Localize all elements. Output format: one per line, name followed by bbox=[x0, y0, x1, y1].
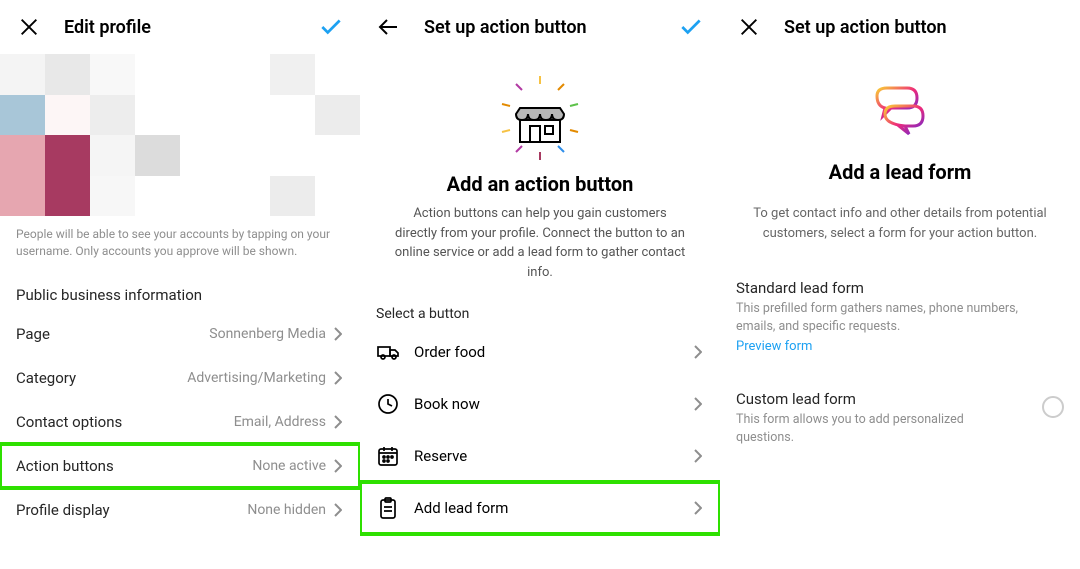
page-title: Edit profile bbox=[64, 17, 318, 38]
close-icon[interactable] bbox=[736, 14, 762, 40]
clipboard-icon bbox=[376, 496, 400, 520]
setup-action-button-screen: Set up action button bbox=[360, 0, 720, 569]
calendar-icon bbox=[376, 444, 400, 468]
hero-subtitle: Action buttons can help you gain custome… bbox=[376, 204, 704, 300]
profile-image-placeholder bbox=[0, 54, 360, 216]
truck-icon bbox=[376, 340, 400, 364]
row-value: None active bbox=[252, 458, 326, 474]
hero-section: Add a lead form bbox=[720, 54, 1080, 194]
preview-form-link[interactable]: Preview form bbox=[736, 339, 812, 354]
header: Set up action button bbox=[720, 0, 1080, 54]
chat-bubbles-icon bbox=[865, 84, 935, 140]
row-category[interactable]: Category Advertising/Marketing bbox=[0, 356, 360, 400]
chevron-right-icon bbox=[334, 414, 344, 430]
chevron-right-icon bbox=[694, 448, 704, 464]
hero-section: Add an action button Action buttons can … bbox=[360, 54, 720, 300]
header: Edit profile bbox=[0, 0, 360, 54]
option-label: Reserve bbox=[414, 447, 680, 465]
row-label: Category bbox=[16, 369, 76, 387]
hero-title: Add an action button bbox=[376, 172, 704, 196]
option-label: Book now bbox=[414, 395, 680, 413]
storefront-icon bbox=[490, 74, 590, 164]
row-page[interactable]: Page Sonnenberg Media bbox=[0, 312, 360, 356]
confirm-check-icon[interactable] bbox=[678, 14, 704, 40]
back-arrow-icon[interactable] bbox=[376, 14, 402, 40]
button-option-reserve[interactable]: Reserve bbox=[360, 430, 720, 482]
edit-profile-screen: Edit profile People will be able to see … bbox=[0, 0, 360, 569]
add-lead-form-screen: Set up action button Add a lead form To … bbox=[720, 0, 1080, 569]
option-label: Order food bbox=[414, 343, 680, 361]
page-title: Set up action button bbox=[784, 17, 1064, 38]
hero-title: Add a lead form bbox=[740, 160, 1060, 184]
option-description: This form allows you to add personalized… bbox=[736, 411, 1024, 446]
row-contact-options[interactable]: Contact options Email, Address bbox=[0, 400, 360, 444]
button-option-add-lead-form[interactable]: Add lead form bbox=[360, 482, 720, 534]
option-description: This prefilled form gathers names, phone… bbox=[736, 300, 1024, 335]
section-header: Public business information bbox=[0, 276, 360, 312]
chevron-right-icon bbox=[334, 370, 344, 386]
confirm-check-icon[interactable] bbox=[318, 14, 344, 40]
row-label: Contact options bbox=[16, 413, 122, 431]
chevron-right-icon bbox=[694, 344, 704, 360]
row-label: Action buttons bbox=[16, 457, 114, 475]
form-option-standard[interactable]: Standard lead form This prefilled form g… bbox=[720, 267, 1080, 366]
chevron-right-icon bbox=[334, 502, 344, 518]
clock-icon bbox=[376, 392, 400, 416]
option-title: Standard lead form bbox=[736, 279, 1024, 297]
radio-unselected-icon[interactable] bbox=[1042, 396, 1064, 418]
header: Set up action button bbox=[360, 0, 720, 54]
row-label: Profile display bbox=[16, 501, 110, 519]
row-label: Page bbox=[16, 325, 50, 343]
form-option-custom[interactable]: Custom lead form This form allows you to… bbox=[720, 378, 1080, 458]
option-title: Custom lead form bbox=[736, 390, 1024, 408]
hero-subtitle: To get contact info and other details fr… bbox=[720, 194, 1080, 267]
chevron-right-icon bbox=[694, 500, 704, 516]
button-option-order-food[interactable]: Order food bbox=[360, 326, 720, 378]
chevron-right-icon bbox=[334, 458, 344, 474]
row-action-buttons[interactable]: Action buttons None active bbox=[0, 444, 360, 488]
button-option-book-now[interactable]: Book now bbox=[360, 378, 720, 430]
chevron-right-icon bbox=[334, 326, 344, 342]
accounts-caption: People will be able to see your accounts… bbox=[0, 216, 360, 276]
select-button-label: Select a button bbox=[360, 300, 720, 326]
option-label: Add lead form bbox=[414, 499, 680, 517]
row-value: Advertising/Marketing bbox=[187, 370, 326, 386]
close-icon[interactable] bbox=[16, 14, 42, 40]
page-title: Set up action button bbox=[424, 17, 678, 38]
chevron-right-icon bbox=[694, 396, 704, 412]
row-value: Email, Address bbox=[234, 414, 326, 430]
row-value: Sonnenberg Media bbox=[209, 326, 326, 342]
row-profile-display[interactable]: Profile display None hidden bbox=[0, 488, 360, 532]
row-value: None hidden bbox=[247, 502, 326, 518]
